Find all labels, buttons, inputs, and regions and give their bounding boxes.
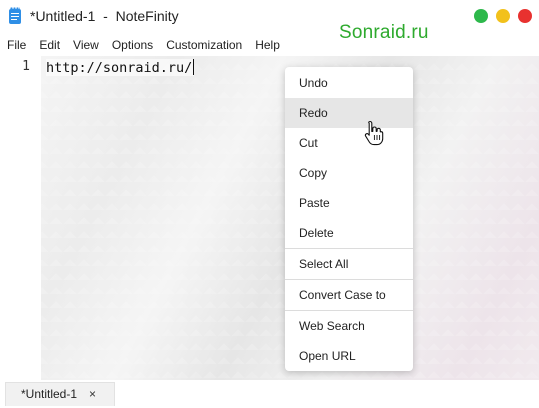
window-title: *Untitled-1 - NoteFinity <box>30 8 179 24</box>
editor-text-line[interactable]: http://sonraid.ru/ <box>46 59 195 76</box>
context-menu: Undo Redo Cut Copy Paste Delete Select A… <box>285 67 413 371</box>
menu-view[interactable]: View <box>66 35 99 55</box>
context-menu-delete[interactable]: Delete <box>285 218 413 248</box>
menu-edit[interactable]: Edit <box>32 35 60 55</box>
context-menu-select-all[interactable]: Select All <box>285 249 413 279</box>
tab-untitled-1[interactable]: *Untitled-1 × <box>5 382 115 406</box>
close-button[interactable] <box>518 9 532 23</box>
context-menu-open-url[interactable]: Open URL <box>285 341 413 371</box>
line-number: 1 <box>22 59 30 74</box>
menu-options[interactable]: Options <box>105 35 153 55</box>
context-menu-undo[interactable]: Undo <box>285 68 413 98</box>
editor-area[interactable]: 1 http://sonraid.ru/ <box>0 56 539 380</box>
hand-cursor-icon <box>364 120 384 146</box>
tab-bar: *Untitled-1 × <box>0 380 539 408</box>
title-bar: *Untitled-1 - NoteFinity Sonraid.ru <box>0 0 539 43</box>
context-menu-cut[interactable]: Cut <box>285 128 413 158</box>
menu-customization[interactable]: Customization <box>159 35 242 55</box>
context-menu-convert-case[interactable]: Convert Case to <box>285 280 413 310</box>
tab-close-icon[interactable]: × <box>89 383 96 405</box>
tab-label: *Untitled-1 <box>21 387 78 401</box>
menu-file[interactable]: File <box>0 35 26 55</box>
menu-bar: File Edit View Options Customization Hel… <box>0 35 286 55</box>
context-menu-redo[interactable]: Redo <box>285 98 413 128</box>
watermark-text: Sonraid.ru <box>339 22 429 43</box>
editor-text[interactable]: http://sonraid.ru/ <box>46 60 192 76</box>
menu-help[interactable]: Help <box>248 35 280 55</box>
text-caret <box>193 59 195 75</box>
minimize-button[interactable] <box>496 9 510 23</box>
context-menu-paste[interactable]: Paste <box>285 188 413 218</box>
context-menu-web-search[interactable]: Web Search <box>285 311 413 341</box>
line-gutter: 1 <box>0 56 41 380</box>
maximize-button[interactable] <box>474 9 488 23</box>
context-menu-copy[interactable]: Copy <box>285 158 413 188</box>
notepad-icon <box>9 7 21 24</box>
